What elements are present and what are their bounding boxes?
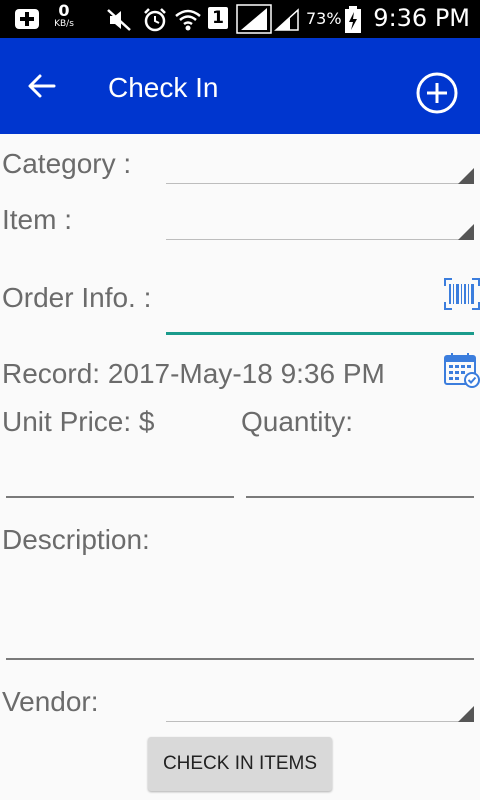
vendor-label: Vendor: xyxy=(2,686,99,717)
signal-icon-primary xyxy=(236,4,272,34)
quantity-label: Quantity: xyxy=(241,406,354,437)
dropdown-arrow-icon xyxy=(458,224,474,240)
barcode-icon[interactable] xyxy=(444,278,480,310)
add-notification-icon xyxy=(15,9,39,29)
item-spinner[interactable] xyxy=(166,190,474,240)
category-underline xyxy=(166,183,474,184)
item-underline xyxy=(166,239,474,240)
unit-price-label: Unit Price: $ xyxy=(2,406,155,437)
network-speed: 0 KB/s xyxy=(48,3,80,29)
dropdown-arrow-icon xyxy=(458,706,474,722)
unit-price-input[interactable] xyxy=(6,496,234,498)
dropdown-arrow-icon xyxy=(458,168,474,184)
alarm-icon xyxy=(144,8,166,32)
check-in-items-button[interactable]: CHECK IN ITEMS xyxy=(148,737,332,791)
vendor-spinner[interactable] xyxy=(166,672,474,722)
status-bar: 0 KB/s 1 73% 9:36 PM xyxy=(0,0,480,38)
order-info-label: Order Info. : xyxy=(2,282,152,313)
wifi-icon xyxy=(175,9,201,31)
page-title: Check In xyxy=(108,72,219,103)
network-speed-value: 0 xyxy=(58,1,70,20)
network-speed-unit: KB/s xyxy=(54,19,74,29)
description-label: Description: xyxy=(2,524,150,555)
vendor-underline xyxy=(166,721,474,722)
mute-icon xyxy=(107,9,131,31)
quantity-input[interactable] xyxy=(246,496,474,498)
order-info-input[interactable] xyxy=(166,280,474,335)
category-spinner[interactable] xyxy=(166,134,474,184)
description-input[interactable] xyxy=(6,658,474,660)
plus-circle-icon[interactable] xyxy=(414,70,460,116)
battery-percent: 73% xyxy=(306,9,342,28)
app-bar: Check In xyxy=(0,38,480,134)
item-label: Item : xyxy=(2,204,73,235)
sim-slot-badge: 1 xyxy=(208,7,228,29)
calendar-icon[interactable] xyxy=(444,352,480,388)
signal-icon-secondary xyxy=(274,8,299,31)
category-label: Category : xyxy=(2,148,132,179)
battery-charging-icon xyxy=(345,6,361,33)
status-clock: 9:36 PM xyxy=(373,4,470,32)
record-datetime-label: Record: 2017-May-18 9:36 PM xyxy=(2,358,385,389)
arrow-left-icon[interactable] xyxy=(24,68,60,104)
